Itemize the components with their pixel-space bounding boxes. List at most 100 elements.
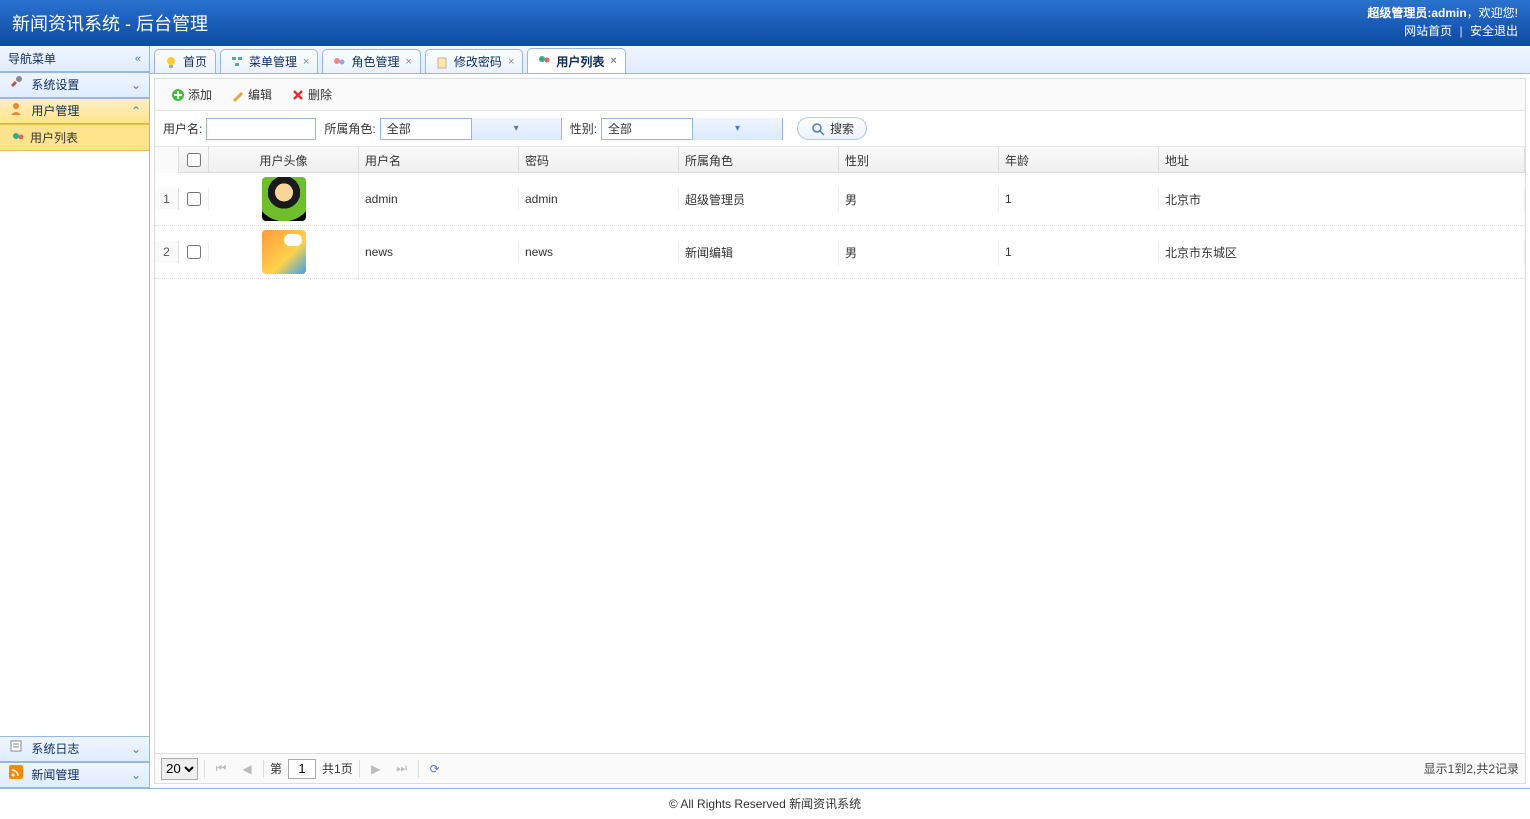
tab-user-list[interactable]: 用户列表 × (527, 48, 625, 73)
log-icon (8, 738, 24, 754)
collapse-left-icon[interactable]: « (135, 46, 141, 72)
cell-age: 1 (999, 241, 1159, 263)
page-label: 第 (270, 760, 282, 777)
close-icon[interactable]: × (405, 56, 411, 68)
username-label: 用户名: (163, 120, 202, 137)
sidebar-fill (0, 151, 149, 736)
tab-home[interactable]: 首页 (154, 49, 216, 73)
page-info: 显示1到2,共2记录 (1424, 760, 1519, 777)
link-site-home[interactable]: 网站首页 (1404, 24, 1452, 38)
welcome-text: 超级管理员:admin，欢迎您! (1367, 4, 1518, 22)
rss-icon (8, 764, 24, 780)
last-page-button[interactable]: ⏭ (392, 759, 412, 779)
app-title: 新闻资讯系统 - 后台管理 (12, 10, 208, 36)
page-input[interactable] (288, 759, 316, 779)
cell-sex: 男 (839, 240, 999, 265)
delete-button[interactable]: 删除 (281, 83, 341, 106)
chevron-down-icon: ▾ (692, 118, 782, 140)
wrench-icon (8, 74, 24, 90)
cell-password: news (519, 241, 679, 263)
username-input[interactable] (206, 118, 316, 140)
close-icon[interactable]: × (610, 55, 616, 67)
col-checkbox (179, 147, 209, 173)
row-checkbox[interactable] (187, 245, 201, 259)
grid-header: 用户头像 用户名 密码 所属角色 性别 年龄 地址 (155, 147, 1525, 173)
sidebar-item-label: 用户列表 (30, 129, 78, 146)
chevron-down-icon: ▾ (471, 118, 561, 140)
col-sex[interactable]: 性别 (839, 147, 999, 173)
col-rownum (155, 147, 179, 173)
bulb-icon (163, 54, 179, 70)
role-label: 所属角色: (324, 120, 375, 137)
tab-role-mgmt[interactable]: 角色管理 × (322, 49, 420, 73)
key-icon (434, 54, 450, 70)
avatar (262, 177, 306, 221)
cell-address: 北京市 (1159, 187, 1525, 212)
pagination: 20 ⏮ ◀ 第 共1页 ▶ ⏭ ⟳ (155, 753, 1525, 783)
plus-icon (170, 87, 186, 103)
app-header: 新闻资讯系统 - 后台管理 超级管理员:admin，欢迎您! 网站首页 | 安全… (0, 0, 1530, 46)
row-number: 2 (155, 241, 179, 263)
close-icon[interactable]: × (508, 56, 514, 68)
cell-age: 1 (999, 188, 1159, 210)
tab-change-pwd[interactable]: 修改密码 × (425, 49, 523, 73)
page-total: 共1页 (322, 760, 353, 777)
col-age[interactable]: 年龄 (999, 147, 1159, 173)
cell-role: 超级管理员 (679, 187, 839, 212)
chevron-down-icon: ⌄ (131, 762, 141, 788)
sidebar-section-system-settings[interactable]: 系统设置 ⌄ (0, 72, 149, 98)
footer: © All Rights Reserved 新闻资讯系统 (0, 788, 1530, 818)
row-number: 1 (155, 188, 179, 210)
cell-username: news (359, 241, 519, 263)
search-row: 用户名: 所属角色: 全部 ▾ 性别: 全部 ▾ 搜索 (155, 111, 1525, 147)
col-password[interactable]: 密码 (519, 147, 679, 173)
tree-icon (229, 54, 245, 70)
prev-page-button[interactable]: ◀ (237, 759, 257, 779)
sidebar-item-user-list[interactable]: 用户列表 (0, 124, 149, 151)
search-button[interactable]: 搜索 (797, 117, 867, 140)
chevron-down-icon: ⌄ (131, 72, 141, 98)
table-row[interactable]: 1 admin admin 超级管理员 男 1 北京市 (155, 173, 1525, 226)
cell-password: admin (519, 188, 679, 210)
sex-combobox[interactable]: 全部 ▾ (601, 118, 783, 140)
delete-icon (290, 87, 306, 103)
cell-role: 新闻编辑 (679, 240, 839, 265)
sidebar-section-news-mgmt[interactable]: 新闻管理 ⌄ (0, 762, 149, 788)
tab-menu-mgmt[interactable]: 菜单管理 × (220, 49, 318, 73)
sidebar-section-user-mgmt[interactable]: 用户管理 ⌃ (0, 98, 149, 124)
data-grid: 用户头像 用户名 密码 所属角色 性别 年龄 地址 1 admin (155, 147, 1525, 753)
first-page-button[interactable]: ⏮ (211, 759, 231, 779)
col-avatar[interactable]: 用户头像 (209, 147, 359, 173)
sidebar-title[interactable]: 导航菜单 « (0, 46, 149, 72)
row-checkbox[interactable] (187, 192, 201, 206)
cell-address: 北京市东城区 (1159, 240, 1525, 265)
content-area: 首页 菜单管理 × 角色管理 × 修改密码 × (150, 46, 1530, 788)
role-combobox[interactable]: 全部 ▾ (380, 118, 562, 140)
col-role[interactable]: 所属角色 (679, 147, 839, 173)
table-row[interactable]: 2 news news 新闻编辑 男 1 北京市东城区 (155, 226, 1525, 279)
tab-body: 添加 编辑 删除 用户名: 所属角色: (154, 78, 1526, 784)
role-icon (331, 54, 347, 70)
cell-username: admin (359, 188, 519, 210)
chevron-up-icon: ⌃ (131, 98, 141, 124)
col-username[interactable]: 用户名 (359, 147, 519, 173)
sex-label: 性别: (570, 120, 597, 137)
next-page-button[interactable]: ▶ (366, 759, 386, 779)
link-logout[interactable]: 安全退出 (1470, 24, 1518, 38)
users-icon (536, 53, 552, 69)
chevron-down-icon: ⌄ (131, 736, 141, 762)
users-icon (10, 130, 26, 146)
grid-body: 1 admin admin 超级管理员 男 1 北京市 2 (155, 173, 1525, 753)
sidebar-section-system-log[interactable]: 系统日志 ⌄ (0, 736, 149, 762)
header-right: 超级管理员:admin，欢迎您! 网站首页 | 安全退出 (1367, 4, 1518, 40)
search-icon (810, 121, 826, 137)
toolbar: 添加 编辑 删除 (155, 79, 1525, 111)
refresh-button[interactable]: ⟳ (425, 759, 445, 779)
edit-button[interactable]: 编辑 (221, 83, 281, 106)
col-address[interactable]: 地址 (1159, 147, 1525, 173)
select-all-checkbox[interactable] (187, 153, 201, 167)
add-button[interactable]: 添加 (161, 83, 221, 106)
close-icon[interactable]: × (303, 56, 309, 68)
page-size-select[interactable]: 20 (161, 758, 198, 780)
pencil-icon (230, 87, 246, 103)
